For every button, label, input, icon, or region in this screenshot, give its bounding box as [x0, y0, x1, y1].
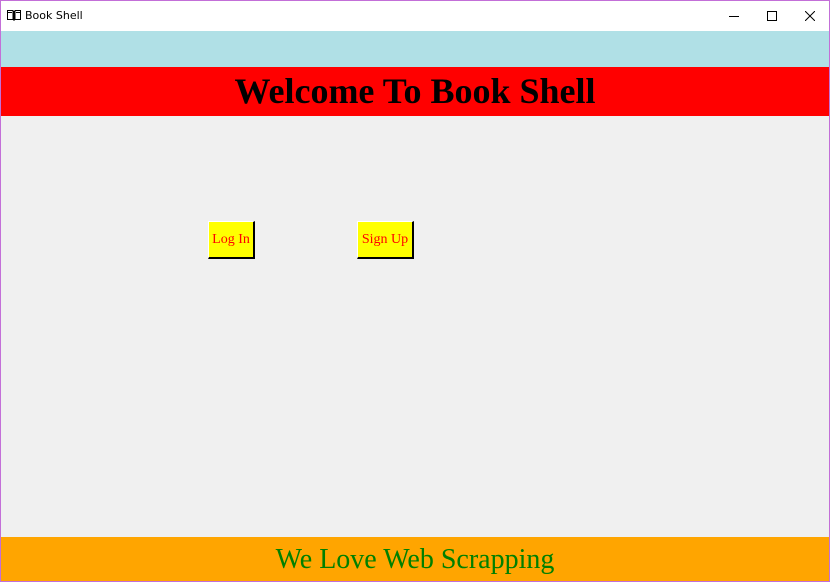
footer-text: We Love Web Scrapping: [275, 544, 555, 575]
book-icon: [7, 10, 21, 21]
close-icon: [805, 11, 815, 21]
signup-button[interactable]: Sign Up: [357, 221, 414, 259]
footer-banner: We Love Web Scrapping: [1, 537, 829, 581]
window-title: Book Shell: [25, 9, 83, 22]
maximize-icon: [767, 11, 777, 21]
minimize-icon: [729, 16, 739, 17]
top-band: [1, 31, 829, 67]
page-title: Welcome To Book Shell: [234, 71, 596, 111]
login-button[interactable]: Log In: [208, 221, 255, 259]
header-banner: Welcome To Book Shell: [1, 67, 829, 116]
minimize-button[interactable]: [715, 1, 753, 31]
title-bar[interactable]: Book Shell: [1, 1, 829, 31]
close-button[interactable]: [791, 1, 829, 31]
maximize-button[interactable]: [753, 1, 791, 31]
app-window: Book Shell Welcome To Book Shell Log In …: [0, 0, 830, 582]
